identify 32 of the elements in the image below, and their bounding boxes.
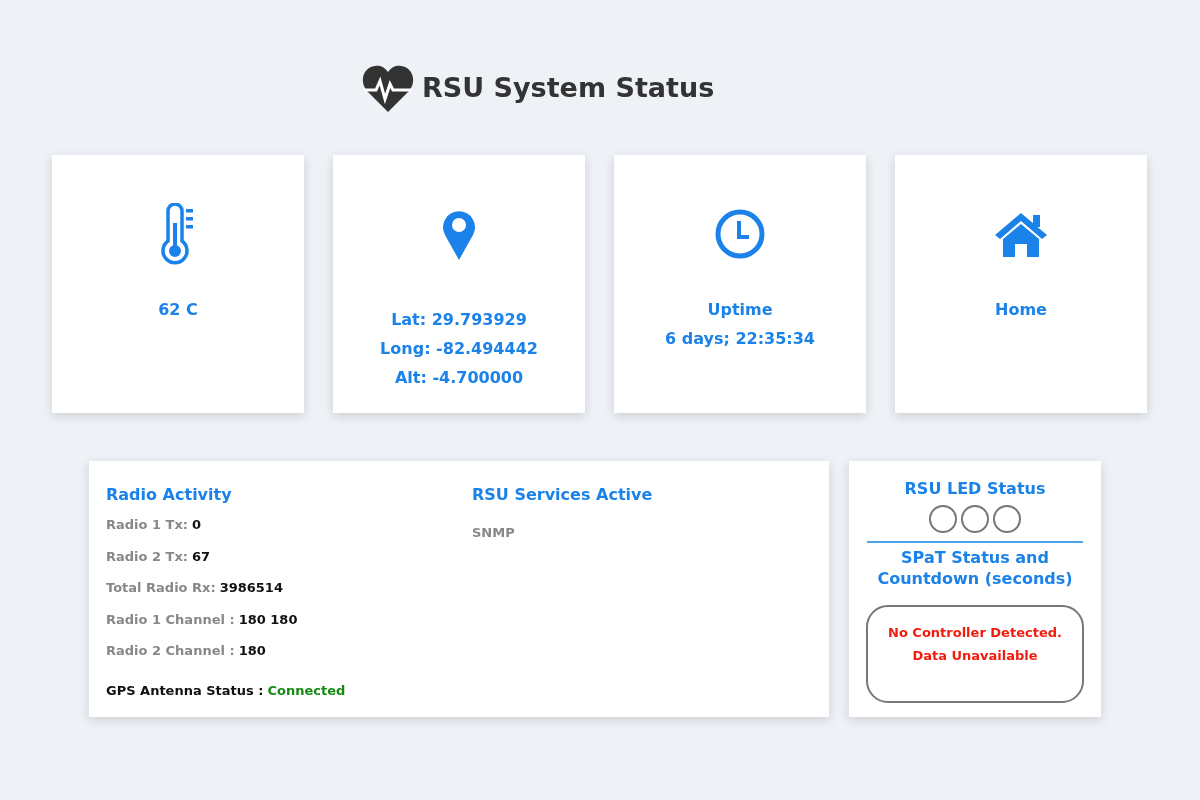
stat-label: Radio 2 Tx: <box>106 547 189 566</box>
stat-value: 180 <box>238 642 266 660</box>
section-title: Radio Activity <box>106 484 233 506</box>
section-title: RSU Services Active <box>472 484 653 506</box>
gps-label: GPS Antenna Status : <box>106 681 264 700</box>
card-text: Uptime <box>707 299 773 321</box>
stat-value: 180 180 <box>238 610 298 629</box>
service-name: SNMP <box>472 524 516 542</box>
clock-icon <box>714 208 766 260</box>
card-text: Alt: -4.700000 <box>394 367 524 389</box>
location-pin-icon <box>442 208 476 260</box>
stat-label: Total Radio Rx: <box>106 579 216 597</box>
card-text: Home <box>995 299 1047 321</box>
stat-label: Radio 2 Channel : <box>106 642 235 660</box>
gps-status: Connected <box>267 681 346 700</box>
section-title: SPaT Status and Countdown (seconds) <box>876 547 1074 589</box>
stat-value: 67 <box>192 547 211 566</box>
error-message: No Controller Detected. <box>887 624 1063 642</box>
card-text: 6 days; 22:35:34 <box>665 328 815 350</box>
stat-value: 3986514 <box>219 579 283 597</box>
card-text: 62 C <box>158 299 198 321</box>
card-text: Long: -82.494442 <box>380 338 538 360</box>
stat-value: 0 <box>192 516 202 534</box>
section-title: RSU LED Status <box>904 478 1046 500</box>
error-message: Data Unavailable <box>911 647 1039 665</box>
stat-label: Radio 1 Channel : <box>106 610 235 629</box>
home-icon <box>993 211 1049 257</box>
heart-pulse-icon <box>362 63 414 114</box>
thermometer-icon <box>160 203 196 265</box>
stat-label: Radio 1 Tx: <box>106 516 189 534</box>
page-title: RSU System Status <box>422 72 715 105</box>
card-text: Lat: 29.793929 <box>391 309 527 331</box>
